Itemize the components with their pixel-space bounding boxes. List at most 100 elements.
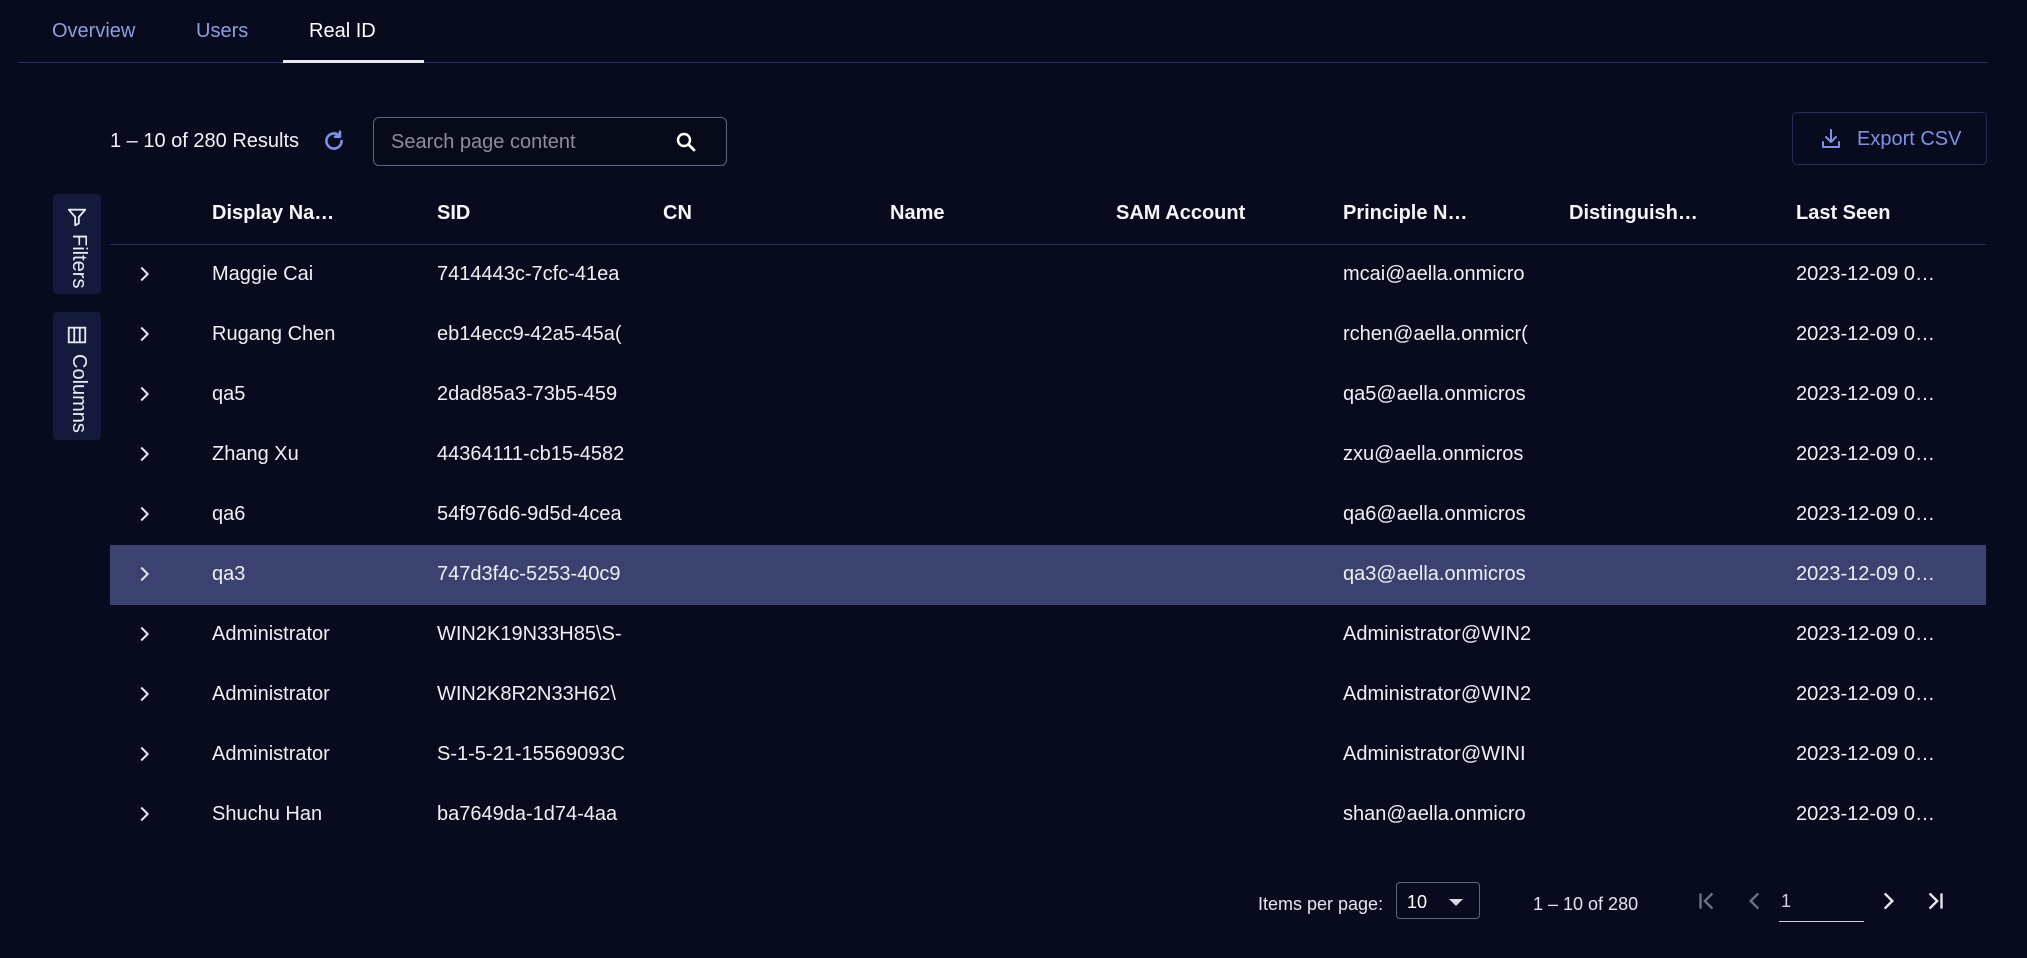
chevron-right-icon[interactable]: [133, 443, 155, 465]
items-per-page-select[interactable]: 10: [1396, 882, 1480, 919]
column-header-last-seen[interactable]: Last Seen: [1796, 202, 1946, 225]
table-row[interactable]: qa3 747d3f4c-5253-40c9 qa3@aella.onmicros 2…: [110, 545, 1986, 605]
refresh-icon[interactable]: [321, 128, 347, 154]
filters-label: Filters: [68, 234, 90, 289]
chevron-right-icon[interactable]: [133, 683, 155, 705]
items-per-page-label: Items per page:: [1258, 894, 1384, 914]
items-per-page-value: 10: [1407, 892, 1428, 912]
column-header-display-name[interactable]: Display Na…: [212, 202, 347, 225]
cell-last-seen: 2023-12-09 0…: [1796, 383, 1935, 405]
filters-button[interactable]: Filters: [53, 194, 101, 294]
tab-users[interactable]: Users: [170, 0, 274, 62]
cell-sid: WIN2K8R2N33H62\: [437, 683, 616, 705]
cell-sid: eb14ecc9-42a5-45a(: [437, 323, 622, 345]
columns-label: Columns: [68, 354, 90, 433]
cell-last-seen: 2023-12-09 0…: [1796, 563, 1935, 585]
table-row[interactable]: Maggie Cai 7414443c-7cfc-41ea mcai@aella.o…: [110, 245, 1986, 305]
download-icon: [1822, 129, 1840, 148]
cell-last-seen: 2023-12-09 0…: [1796, 503, 1935, 525]
cell-sid: 7414443c-7cfc-41ea: [437, 263, 620, 285]
column-header-name[interactable]: Name: [890, 202, 1040, 225]
table-row[interactable]: Shuchu Han ba7649da-1d74-4aa shan@aella.on…: [110, 785, 1986, 845]
cell-last-seen: 2023-12-09 0…: [1796, 263, 1935, 285]
cell-sid: 2dad85a3-73b5-459: [437, 383, 618, 405]
columns-button[interactable]: Columns: [53, 312, 101, 440]
table-row[interactable]: qa6 54f976d6-9d5d-4cea qa6@aella.onmicros 2…: [110, 485, 1986, 545]
last-page-icon[interactable]: [1922, 888, 1948, 914]
cell-sid: 54f976d6-9d5d-4cea: [437, 503, 622, 525]
real-id-table: Display Na… SID CN Name SAM Account Prin…: [110, 192, 1986, 845]
cell-principle-name: mcai@aella.onmicro: [1343, 263, 1525, 285]
cell-principle-name: zxu@aella.onmicros: [1343, 443, 1524, 465]
cell-display-name: Maggie Cai: [212, 263, 314, 285]
cell-sid: S-1-5-21-15569093C: [437, 743, 625, 765]
filter-icon: [67, 208, 87, 227]
cell-principle-name: qa5@aella.onmicros: [1343, 383, 1526, 405]
search-icon[interactable]: [674, 130, 698, 154]
cell-last-seen: 2023-12-09 0…: [1796, 803, 1935, 825]
chevron-right-icon[interactable]: [1875, 888, 1901, 914]
paginator: Items per page: 10 1 – 10 of 280: [0, 880, 2027, 940]
tab-bar: Overview Users Real ID: [18, 0, 1988, 63]
results-count: 1 – 10 of 280 Results: [110, 130, 300, 152]
first-page-icon[interactable]: [1694, 888, 1720, 914]
chevron-left-icon[interactable]: [1742, 888, 1768, 914]
table-row[interactable]: Zhang Xu 44364111-cb15-4582 zxu@aella.onmi…: [110, 425, 1986, 485]
cell-sid: ba7649da-1d74-4aa: [437, 803, 618, 825]
cell-principle-name: qa3@aella.onmicros: [1343, 563, 1526, 585]
tab-real-id[interactable]: Real ID: [283, 0, 424, 63]
export-csv-button[interactable]: Export CSV: [1792, 112, 1987, 165]
cell-display-name: Administrator: [212, 743, 330, 765]
chevron-right-icon[interactable]: [133, 623, 155, 645]
chevron-right-icon[interactable]: [133, 263, 155, 285]
cell-last-seen: 2023-12-09 0…: [1796, 443, 1935, 465]
cell-sid: 44364111-cb15-4582: [437, 443, 625, 465]
cell-sid: WIN2K19N33H85\S-: [437, 623, 622, 645]
tab-overview[interactable]: Overview: [26, 0, 161, 62]
table-header: Display Na… SID CN Name SAM Account Prin…: [110, 192, 1986, 245]
column-header-sid[interactable]: SID: [437, 202, 587, 225]
cell-display-name: Zhang Xu: [212, 443, 299, 465]
cell-display-name: Shuchu Han: [212, 803, 323, 825]
table-row[interactable]: Rugang Chen eb14ecc9-42a5-45a( rchen@aella…: [110, 305, 1986, 365]
dropdown-arrow-icon: [1449, 899, 1463, 906]
cell-principle-name: Administrator@WIN2: [1343, 623, 1532, 645]
page-range-label: 1 – 10 of 280: [1533, 894, 1639, 914]
chevron-right-icon[interactable]: [133, 323, 155, 345]
cell-last-seen: 2023-12-09 0…: [1796, 743, 1935, 765]
table-row[interactable]: qa5 2dad85a3-73b5-459 qa5@aella.onmicros 20…: [110, 365, 1986, 425]
cell-display-name: Administrator: [212, 683, 330, 705]
cell-display-name: qa5: [212, 383, 246, 405]
page-number-input[interactable]: [1779, 882, 1864, 922]
cell-display-name: Rugang Chen: [212, 323, 336, 345]
cell-display-name: Administrator: [212, 623, 330, 645]
columns-icon: [67, 326, 87, 344]
table-row[interactable]: Administrator S-1-5-21-15569093C Administr…: [110, 725, 1986, 785]
cell-last-seen: 2023-12-09 0…: [1796, 623, 1935, 645]
cell-principle-name: Administrator@WIN2: [1343, 683, 1532, 705]
table-row[interactable]: Administrator WIN2K8R2N33H62\ Administrato…: [110, 665, 1986, 725]
cell-display-name: qa6: [212, 503, 246, 525]
column-header-distinguished-name[interactable]: Distinguish…: [1569, 202, 1719, 225]
chevron-right-icon[interactable]: [133, 383, 155, 405]
cell-principle-name: qa6@aella.onmicros: [1343, 503, 1526, 525]
search-input[interactable]: [389, 118, 673, 167]
table-body: Maggie Cai 7414443c-7cfc-41ea mcai@aella.o…: [110, 245, 1986, 845]
cell-display-name: qa3: [212, 563, 246, 585]
table-row[interactable]: Administrator WIN2K19N33H85\S- Administrat…: [110, 605, 1986, 665]
export-csv-label: Export CSV: [1857, 128, 1962, 150]
chevron-right-icon[interactable]: [133, 563, 155, 585]
column-header-cn[interactable]: CN: [663, 202, 813, 225]
cell-last-seen: 2023-12-09 0…: [1796, 683, 1935, 705]
cell-principle-name: rchen@aella.onmicr(: [1343, 323, 1528, 345]
cell-last-seen: 2023-12-09 0…: [1796, 323, 1935, 345]
column-header-principle-name[interactable]: Principle N…: [1343, 202, 1493, 225]
chevron-right-icon[interactable]: [133, 503, 155, 525]
cell-principle-name: Administrator@WINI: [1343, 743, 1526, 765]
column-header-sam-account[interactable]: SAM Account: [1116, 202, 1266, 225]
cell-sid: 747d3f4c-5253-40c9: [437, 563, 621, 585]
chevron-right-icon[interactable]: [133, 743, 155, 765]
chevron-right-icon[interactable]: [133, 803, 155, 825]
cell-principle-name: shan@aella.onmicro: [1343, 803, 1526, 825]
search-box: [373, 117, 727, 167]
